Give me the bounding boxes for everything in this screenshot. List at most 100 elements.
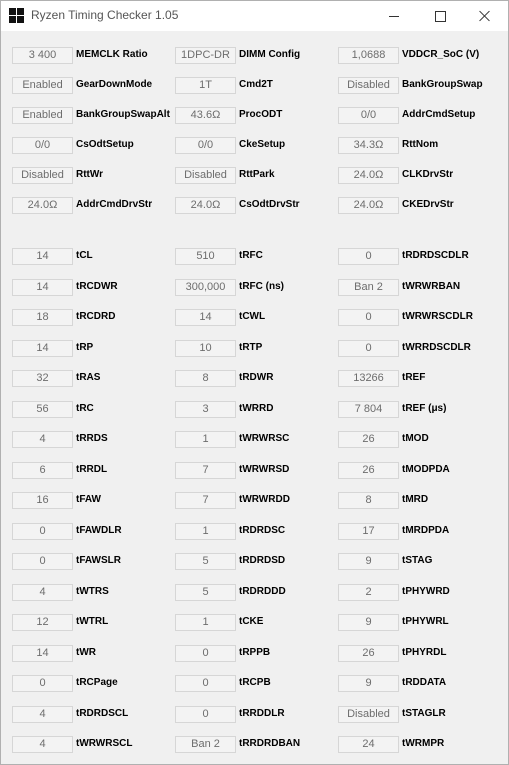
minimize-icon — [389, 15, 399, 17]
value-field[interactable]: Enabled — [12, 77, 73, 94]
value-field[interactable]: Disabled — [338, 77, 399, 94]
value-field[interactable]: 9 — [338, 614, 399, 631]
value-field[interactable]: 13266 — [338, 370, 399, 387]
value-field[interactable]: 56 — [12, 400, 73, 418]
timing-item: 9 tRDDATA — [338, 675, 499, 692]
value-field[interactable]: 0 — [175, 675, 236, 692]
value-field[interactable]: 7 — [175, 461, 236, 479]
value-field[interactable]: 43.6Ω — [175, 107, 236, 124]
parameter-label: tRRDRDBAN — [239, 738, 301, 749]
value-field[interactable]: 300,000 — [175, 278, 236, 296]
value-field[interactable]: 24.0Ω — [338, 197, 399, 214]
timing-item: 32 tRAS — [12, 370, 173, 387]
timing-item: 3 400 MEMCLK Ratio — [12, 47, 173, 64]
value-field[interactable]: 10 — [175, 339, 236, 357]
value-field[interactable]: 0 — [338, 339, 399, 357]
value-field[interactable]: 2 — [338, 583, 399, 601]
minimize-button[interactable] — [371, 1, 417, 31]
value-field[interactable]: Enabled — [12, 107, 73, 124]
parameter-label: tSTAG — [402, 555, 433, 566]
timing-item: 14 tRP — [12, 339, 173, 357]
timing-item: Ban 2 tWRWRBAN — [338, 278, 499, 296]
parameter-label: tWR — [76, 646, 96, 658]
value-field[interactable]: 0/0 — [338, 107, 399, 124]
parameter-label: tCL — [76, 250, 93, 261]
value-field[interactable]: 0 — [12, 522, 73, 540]
timing-item: 0 tRCPB — [175, 675, 336, 692]
timing-item: 1 tCKE — [175, 614, 336, 631]
parameter-label: tRRDDLR — [239, 707, 285, 719]
timing-item: Ban 2 tRRDRDBAN — [175, 736, 336, 753]
parameter-label: CKEDrvStr — [402, 199, 454, 210]
value-field[interactable]: 1 — [175, 522, 236, 540]
value-field[interactable]: 0 — [338, 248, 399, 265]
value-field[interactable]: 6 — [12, 461, 73, 479]
value-field[interactable]: 1 — [175, 614, 236, 631]
value-field[interactable]: Disabled — [12, 167, 73, 184]
value-field[interactable]: 14 — [12, 339, 73, 357]
timing-item: 8 tMRD — [338, 492, 499, 509]
value-field[interactable]: 0 — [175, 644, 236, 662]
value-field[interactable]: 7 804 — [338, 400, 399, 418]
value-field[interactable]: 5 — [175, 553, 236, 570]
value-field[interactable]: 3 — [175, 400, 236, 418]
value-field[interactable]: 16 — [12, 492, 73, 509]
value-field[interactable]: 24.0Ω — [175, 197, 236, 214]
timing-item: 17 tMRDPDA — [338, 522, 499, 540]
close-button[interactable] — [462, 1, 508, 31]
value-field[interactable]: 9 — [338, 675, 399, 692]
value-field[interactable]: Disabled — [338, 705, 399, 723]
value-field[interactable]: 26 — [338, 644, 399, 662]
value-field[interactable]: 24.0Ω — [12, 197, 73, 214]
value-field[interactable]: 24 — [338, 736, 399, 753]
value-field[interactable]: 1,0688 — [338, 47, 399, 64]
value-field[interactable]: Disabled — [175, 167, 236, 184]
parameter-label: tWRMPR — [402, 738, 445, 749]
parameter-label: tFAWSLR — [76, 555, 121, 566]
value-field[interactable]: Ban 2 — [338, 278, 399, 296]
value-field[interactable]: 9 — [338, 553, 399, 570]
maximize-button[interactable] — [417, 1, 463, 31]
value-field[interactable]: 0 — [12, 553, 73, 570]
parameter-label: tRFC — [239, 250, 263, 261]
value-field[interactable]: 4 — [12, 705, 73, 723]
value-field[interactable]: 17 — [338, 522, 399, 540]
value-field[interactable]: 7 — [175, 492, 236, 509]
parameter-label: RttPark — [239, 169, 275, 180]
value-field[interactable]: 5 — [175, 583, 236, 601]
parameter-label: Cmd2T — [239, 79, 273, 90]
value-field[interactable]: 24.0Ω — [338, 167, 399, 184]
value-field[interactable]: 0 — [12, 675, 73, 692]
value-field[interactable]: 14 — [12, 248, 73, 265]
parameter-label: RttWr — [76, 169, 104, 180]
value-field[interactable]: 510 — [175, 248, 236, 265]
value-field[interactable]: 1T — [175, 77, 236, 94]
value-field[interactable]: 3 400 — [12, 47, 73, 64]
value-field[interactable]: 4 — [12, 431, 73, 448]
value-field[interactable]: 26 — [338, 461, 399, 479]
value-field[interactable]: 14 — [12, 644, 73, 662]
value-field[interactable]: 4 — [12, 583, 73, 601]
value-field[interactable]: 26 — [338, 431, 399, 448]
parameter-label: tFAWDLR — [76, 524, 122, 536]
value-field[interactable]: 14 — [175, 309, 236, 326]
value-field[interactable]: 1 — [175, 431, 236, 448]
value-field[interactable]: 18 — [12, 309, 73, 326]
value-field[interactable]: Ban 2 — [175, 736, 236, 753]
parameter-label: GearDownMode — [76, 79, 153, 90]
value-field[interactable]: 0 — [338, 309, 399, 326]
parameter-label: tRDRDSCDLR — [402, 250, 469, 261]
value-field[interactable]: 0 — [175, 705, 236, 723]
value-field[interactable]: 34.3Ω — [338, 137, 399, 154]
parameter-label: tRRDL — [76, 463, 108, 475]
value-field[interactable]: 8 — [338, 492, 399, 509]
value-field[interactable]: 14 — [12, 278, 73, 296]
value-field[interactable]: 0/0 — [12, 137, 73, 154]
value-field[interactable]: 12 — [12, 614, 73, 631]
value-field[interactable]: 4 — [12, 736, 73, 753]
value-field[interactable]: 8 — [175, 370, 236, 387]
value-field[interactable]: 32 — [12, 370, 73, 387]
title-bar[interactable]: Ryzen Timing Checker 1.05 — [1, 1, 508, 31]
value-field[interactable]: 1DPC-DR — [175, 47, 236, 64]
value-field[interactable]: 0/0 — [175, 137, 236, 154]
